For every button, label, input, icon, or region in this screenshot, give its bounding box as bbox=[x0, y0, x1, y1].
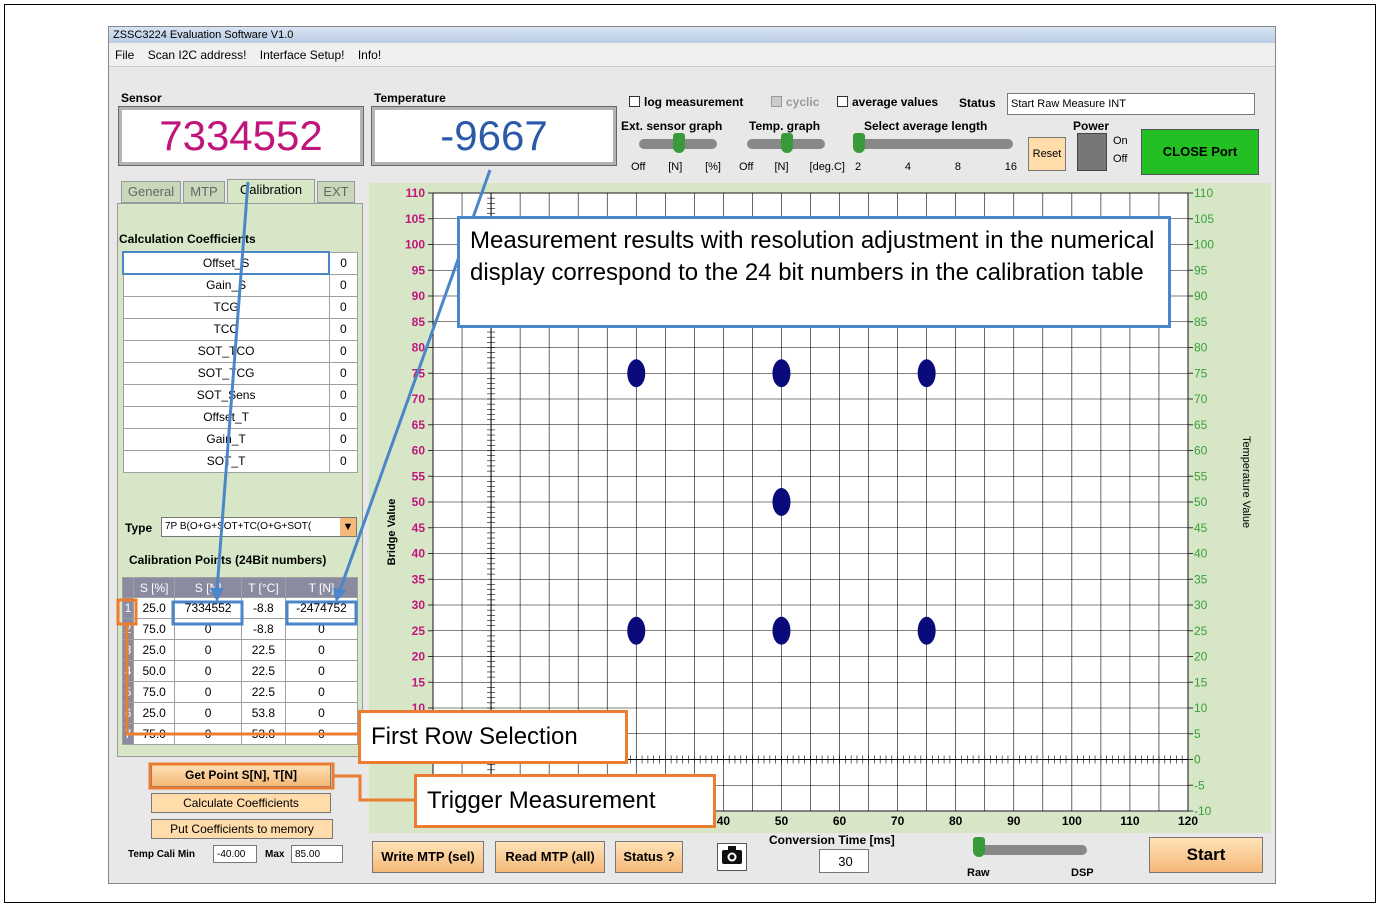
trigger-annotation: Trigger Measurement bbox=[414, 774, 716, 828]
arrowhead-temp bbox=[333, 588, 347, 602]
line-row-selection bbox=[125, 624, 360, 736]
highlight-row-1 bbox=[116, 598, 138, 626]
first-row-annotation: First Row Selection bbox=[358, 710, 628, 764]
highlight-s-n bbox=[171, 600, 244, 626]
measurement-annotation: Measurement results with resolution adju… bbox=[457, 216, 1171, 328]
arrow-sensor-to-table bbox=[215, 181, 250, 591]
highlight-get-point bbox=[148, 762, 335, 790]
arrowhead-sensor bbox=[210, 588, 224, 602]
highlight-t-n bbox=[285, 600, 358, 626]
annotation-arrows bbox=[116, 169, 492, 802]
line-trigger bbox=[332, 774, 414, 802]
